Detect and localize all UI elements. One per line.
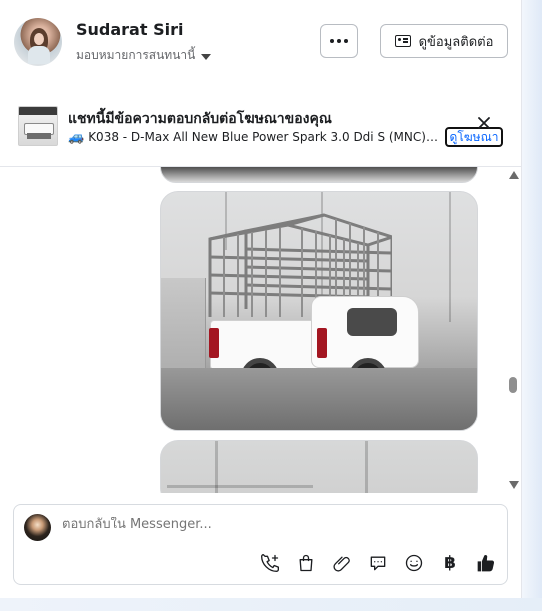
chevron-down-icon (201, 53, 212, 60)
view-contact-info-button[interactable]: ดูข้อมูลติดต่อ (380, 24, 508, 58)
user-avatar[interactable] (14, 18, 62, 66)
scrollbar-thumb[interactable] (509, 377, 517, 393)
message-input[interactable] (62, 517, 482, 532)
assign-conversation-dropdown[interactable]: มอบหมายการสนทนานี้ (76, 46, 212, 65)
baht-icon[interactable]: ฿ (440, 553, 460, 573)
left-taillight (209, 328, 219, 358)
close-icon[interactable] (476, 115, 492, 131)
more-icon (330, 39, 348, 43)
scroll-down-arrow-icon[interactable] (509, 481, 519, 489)
contact-card-icon (394, 35, 411, 47)
message-image-partial-bottom[interactable] (160, 440, 478, 493)
message-image-truck[interactable] (160, 191, 478, 431)
ad-banner-subtitle-text: K038 - D-Max All New Blue Power Spark 3.… (88, 130, 438, 144)
conversation-panel: Sudarat Siri มอบหมายการสนทนานี้ ดูข้อมูล… (0, 0, 522, 598)
message-composer: ฿ (13, 504, 508, 585)
message-image-partial-top[interactable] (160, 167, 478, 183)
avatar-face (34, 33, 44, 45)
chat-bubble-icon[interactable] (368, 553, 388, 573)
ad-thumb-car-shadow (27, 133, 51, 139)
right-taillight (317, 328, 327, 358)
ad-thumbnail[interactable] (18, 106, 58, 146)
phone-add-icon[interactable] (260, 553, 280, 573)
shopping-bag-icon[interactable] (296, 553, 316, 573)
ad-banner-subtitle: 🚙 K038 - D-Max All New Blue Power Spark … (68, 130, 438, 144)
thumbs-up-icon[interactable] (476, 553, 496, 573)
wall-beam-right (449, 192, 451, 322)
ad-banner-title: แชทนี้มีข้อความตอบกลับต่อโฆษณาของคุณ (68, 111, 332, 127)
paperclip-icon[interactable] (332, 553, 352, 573)
bottom-image-rack-top (167, 485, 313, 488)
ad-reply-banner: แชทนี้มีข้อความตอบกลับต่อโฆษณาของคุณ 🚙 K… (0, 86, 521, 167)
truck-window (347, 308, 397, 336)
bottom-image-beam-right (365, 441, 368, 493)
view-contact-info-label: ดูข้อมูลติดต่อ (418, 34, 494, 50)
window-bottom-strip (0, 598, 542, 611)
user-name[interactable]: Sudarat Siri (76, 20, 183, 39)
conversation-header: Sudarat Siri มอบหมายการสนทนานี้ ดูข้อมูล… (0, 0, 521, 87)
avatar-shirt (28, 46, 50, 64)
composer-action-icons: ฿ (260, 553, 496, 573)
assign-conversation-label: มอบหมายการสนทนานี้ (76, 48, 196, 62)
scroll-up-arrow-icon[interactable] (509, 171, 519, 179)
page-avatar (24, 514, 51, 541)
message-list[interactable] (0, 167, 521, 493)
ad-thumb-top-bar (19, 107, 57, 115)
view-ad-button[interactable]: ดูโฆษณา (445, 127, 503, 147)
emoji-icon[interactable] (404, 553, 424, 573)
truck-icon: 🚙 (68, 130, 85, 144)
garage-floor (161, 368, 477, 430)
more-options-button[interactable] (320, 24, 358, 58)
